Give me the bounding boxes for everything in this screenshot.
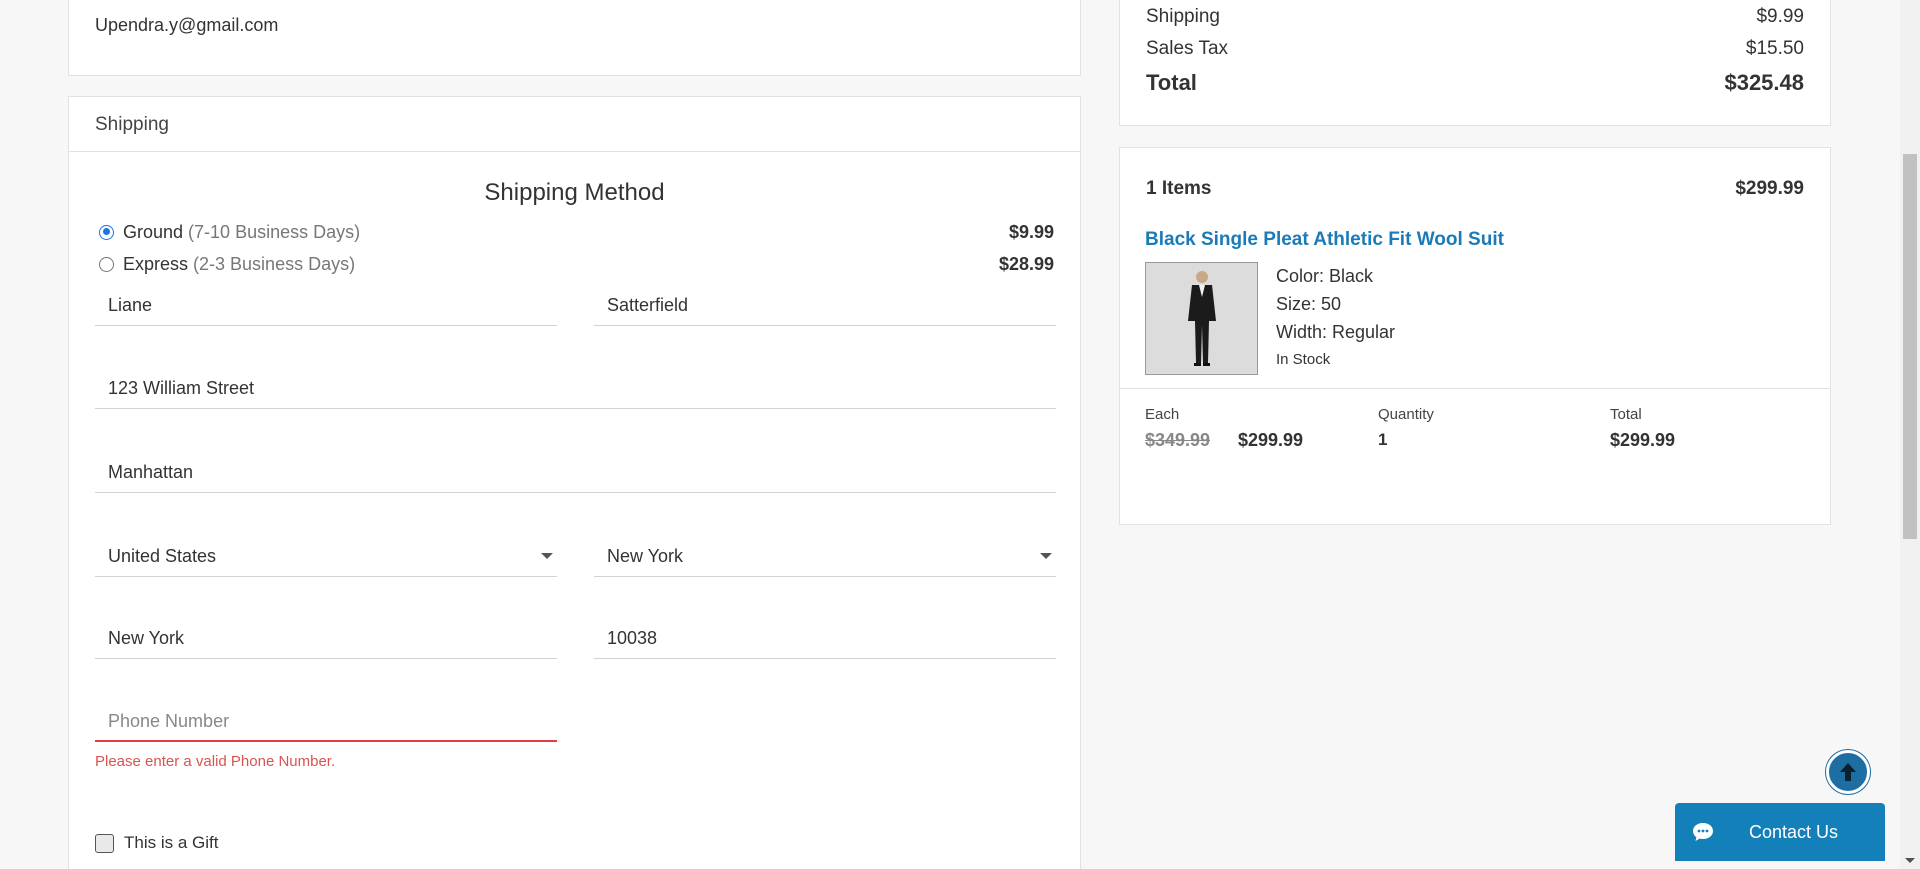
scroll-top-button[interactable] bbox=[1826, 750, 1870, 794]
original-price: $349.99 bbox=[1145, 430, 1210, 451]
line-total-label: Total bbox=[1610, 406, 1642, 423]
shipping-cost-value: $9.99 bbox=[1756, 6, 1804, 27]
line-total-value: $299.99 bbox=[1610, 430, 1676, 450]
express-radio[interactable] bbox=[99, 256, 114, 272]
divider bbox=[1120, 388, 1830, 389]
gift-label: This is a Gift bbox=[124, 833, 219, 852]
contact-email: Upendra.y@gmail.com bbox=[95, 15, 279, 35]
sales-tax-label: Sales Tax bbox=[1146, 38, 1229, 59]
zip-field[interactable]: 10038 bbox=[594, 619, 1056, 659]
email-card: Upendra.y@gmail.com bbox=[68, 0, 1081, 76]
stock-status: In Stock bbox=[1276, 351, 1331, 368]
items-header: 1 Items $299.99 bbox=[1146, 178, 1804, 200]
country-select[interactable]: United States bbox=[95, 537, 557, 577]
product-image[interactable] bbox=[1145, 262, 1258, 375]
arrow-up-icon bbox=[1840, 763, 1856, 781]
method-detail: (2-3 Business Days) bbox=[193, 253, 356, 274]
contact-us-label: Contact Us bbox=[1749, 821, 1839, 842]
state-value: New York bbox=[607, 546, 684, 566]
method-price: $9.99 bbox=[1008, 221, 1054, 242]
suit-image-icon bbox=[1146, 263, 1257, 374]
each-label: Each bbox=[1145, 406, 1180, 423]
shipping-header: Shipping bbox=[69, 97, 1080, 152]
sales-tax-row: Sales Tax $15.50 bbox=[1146, 38, 1804, 60]
product-width: Width: Regular bbox=[1276, 322, 1396, 342]
address2-field[interactable]: Manhattan bbox=[95, 453, 1056, 493]
gift-checkbox[interactable] bbox=[95, 833, 114, 853]
shipping-method-title: Shipping Method bbox=[484, 179, 665, 206]
page-scrollbar[interactable] bbox=[1900, 0, 1920, 869]
product-size: Size: 50 bbox=[1276, 294, 1342, 314]
chevron-down-icon bbox=[541, 553, 553, 559]
method-name: Express bbox=[123, 253, 189, 274]
gift-option[interactable]: This is a Gift bbox=[95, 833, 218, 853]
cart-items-card: 1 Items $299.99 Black Single Pleat Athle… bbox=[1119, 147, 1831, 525]
order-total-row: Total $325.48 bbox=[1146, 70, 1804, 96]
items-count: 1 Items bbox=[1146, 178, 1212, 199]
city-field[interactable]: New York bbox=[95, 619, 557, 659]
sale-price: $299.99 bbox=[1238, 430, 1304, 450]
state-select[interactable]: New York bbox=[594, 537, 1056, 577]
phone-error-message: Please enter a valid Phone Number. bbox=[95, 753, 336, 770]
method-name: Ground bbox=[123, 221, 184, 242]
order-totals-card: Shipping $9.99 Sales Tax $15.50 Total $3… bbox=[1119, 0, 1831, 126]
shipping-cost-row: Shipping $9.99 bbox=[1146, 6, 1804, 28]
sales-tax-value: $15.50 bbox=[1745, 38, 1804, 59]
order-total-value: $325.48 bbox=[1724, 70, 1804, 95]
shipping-method-ground[interactable]: Ground (7-10 Business Days) $9.99 bbox=[99, 220, 1054, 244]
shipping-cost-label: Shipping bbox=[1146, 6, 1220, 27]
ground-radio[interactable] bbox=[99, 224, 114, 240]
scrollbar-thumb[interactable] bbox=[1903, 154, 1917, 539]
address-field[interactable]: 123 William Street bbox=[95, 369, 1056, 409]
scroll-down-arrow-icon[interactable] bbox=[1905, 858, 1915, 863]
product-link[interactable]: Black Single Pleat Athletic Fit Wool Sui… bbox=[1145, 229, 1504, 251]
quantity-value: 1 bbox=[1378, 430, 1388, 449]
quantity-label: Quantity bbox=[1378, 406, 1434, 423]
method-price: $28.99 bbox=[998, 253, 1054, 274]
phone-field[interactable]: Phone Number bbox=[95, 702, 557, 742]
method-detail: (7-10 Business Days) bbox=[188, 221, 361, 242]
order-total-label: Total bbox=[1146, 70, 1197, 95]
last-name-field[interactable]: Satterfield bbox=[594, 286, 1056, 326]
contact-us-button[interactable]: Contact Us bbox=[1675, 803, 1885, 861]
first-name-field[interactable]: Liane bbox=[95, 286, 557, 326]
product-color: Color: Black bbox=[1276, 266, 1374, 286]
chat-bubble-icon bbox=[1693, 823, 1713, 841]
items-subtotal: $299.99 bbox=[1735, 178, 1804, 199]
chevron-down-icon bbox=[1040, 553, 1052, 559]
shipping-method-express[interactable]: Express (2-3 Business Days) $28.99 bbox=[99, 252, 1054, 276]
strikethrough-price: $349.99 bbox=[1145, 430, 1211, 450]
shipping-card: Shipping Shipping Method Ground (7-10 Bu… bbox=[68, 96, 1081, 869]
country-value: United States bbox=[108, 546, 217, 566]
